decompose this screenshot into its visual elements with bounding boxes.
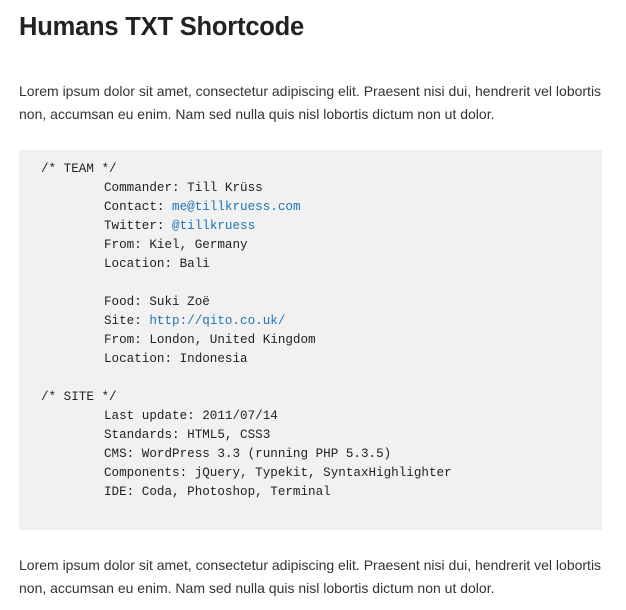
outro-paragraph: Lorem ipsum dolor sit amet, consectetur … — [19, 557, 602, 596]
site-comment: /* SITE */ — [41, 390, 117, 404]
site-url-link[interactable]: http://qito.co.uk/ — [149, 314, 285, 328]
last-update-line: Last update: 2011/07/14 — [104, 409, 278, 423]
location-line-1: Location: Bali — [104, 257, 210, 271]
from-line-1: From: Kiel, Germany — [104, 238, 248, 252]
humans-txt-code-block: /* TEAM */ Commander: Till Krüss Contact… — [19, 150, 602, 530]
standards-line: Standards: HTML5, CSS3 — [104, 428, 271, 442]
contact-email-link[interactable]: me@tillkruess.com — [172, 200, 300, 214]
components-line: Components: jQuery, Typekit, SyntaxHighl… — [104, 466, 452, 480]
contact-line: Contact: me@tillkruess.com — [41, 198, 452, 217]
from-line-2: From: London, United Kingdom — [104, 333, 316, 347]
team-comment: /* TEAM */ — [41, 162, 117, 176]
location-line-2: Location: Indonesia — [104, 352, 248, 366]
contact-label: Contact: — [104, 200, 173, 214]
commander-line: Commander: Till Krüss — [104, 181, 263, 195]
twitter-handle-link[interactable]: @tillkruess — [172, 219, 255, 233]
twitter-label: Twitter: — [104, 219, 173, 233]
page-title: Humans TXT Shortcode — [19, 13, 305, 41]
site-line: Site: http://qito.co.uk/ — [41, 312, 452, 331]
cms-line: CMS: WordPress 3.3 (running PHP 5.3.5) — [104, 447, 392, 461]
ide-line: IDE: Coda, Photoshop, Terminal — [104, 485, 331, 499]
site-label: Site: — [104, 314, 150, 328]
intro-paragraph: Lorem ipsum dolor sit amet, consectetur … — [19, 83, 602, 122]
twitter-line: Twitter: @tillkruess — [41, 217, 452, 236]
food-line: Food: Suki Zoë — [104, 295, 210, 309]
